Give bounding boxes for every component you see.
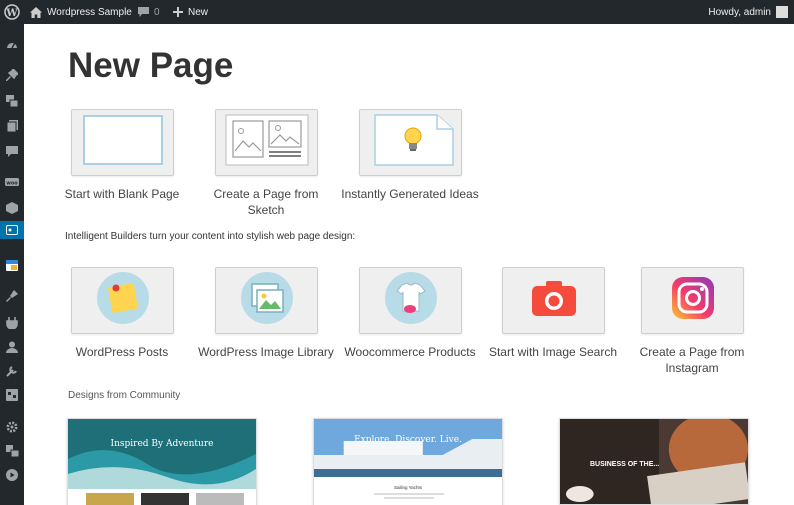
design-2-text-line-a xyxy=(374,493,444,495)
design-2-subtext: Sailing Yachts xyxy=(393,485,423,490)
image-library-icon xyxy=(240,271,294,330)
admin-bar: W Wordpress Sample 0 New Howdy, admin xyxy=(0,0,794,24)
woocommerce-products-card[interactable] xyxy=(359,267,462,334)
dashboard-icon[interactable] xyxy=(0,36,24,54)
wordpress-posts-label[interactable]: WordPress Posts xyxy=(52,344,192,360)
sticky-note-icon xyxy=(96,271,150,330)
tools-icon[interactable] xyxy=(0,362,24,380)
plugins-icon[interactable] xyxy=(0,314,24,332)
blank-page-icon xyxy=(82,115,163,170)
instagram-icon xyxy=(671,277,714,324)
sketch-label[interactable]: Create a Page from Sketch xyxy=(196,186,336,218)
community-design-1[interactable]: Inspired By Adventure xyxy=(67,418,257,505)
plus-icon xyxy=(173,7,183,17)
woo-icon[interactable]: woo xyxy=(0,174,24,192)
comments-count: 0 xyxy=(154,6,160,18)
sketch-card[interactable] xyxy=(215,109,318,176)
comments-link[interactable]: 0 xyxy=(138,0,160,24)
image-library-label[interactable]: WordPress Image Library xyxy=(196,344,336,360)
settings-panel-icon[interactable] xyxy=(0,386,24,404)
lightbulb-icon xyxy=(367,113,455,172)
calendar-icon[interactable] xyxy=(0,256,24,274)
account-menu[interactable]: Howdy, admin xyxy=(708,0,788,24)
instagram-label[interactable]: Create a Page from Instagram xyxy=(622,344,762,376)
ideas-card[interactable] xyxy=(359,109,462,176)
page-title: New Page xyxy=(68,46,234,85)
avatar xyxy=(776,6,788,18)
pin-icon[interactable] xyxy=(0,66,24,84)
image-search-card[interactable] xyxy=(502,267,605,334)
admin-sidebar: woo xyxy=(0,24,29,505)
svg-text:woo: woo xyxy=(6,181,18,187)
image-library-card[interactable] xyxy=(215,267,318,334)
home-icon xyxy=(30,6,42,18)
tshirt-icon xyxy=(384,271,438,330)
ship-image xyxy=(314,419,502,477)
sketch-icon xyxy=(225,114,309,171)
page-builder-icon[interactable] xyxy=(0,221,29,239)
intelligent-builders-intro: Intelligent Builders turn your content i… xyxy=(65,231,356,242)
blank-page-card[interactable] xyxy=(71,109,174,176)
play-circle-icon[interactable] xyxy=(0,466,24,484)
site-name-link[interactable]: Wordpress Sample xyxy=(30,0,132,24)
blank-page-label[interactable]: Start with Blank Page xyxy=(52,186,192,202)
translate-icon[interactable] xyxy=(0,442,24,460)
woocommerce-products-label[interactable]: Woocommerce Products xyxy=(340,344,480,360)
svg-text:W: W xyxy=(5,8,18,19)
design-1-photo-b xyxy=(141,493,189,505)
users-icon[interactable] xyxy=(0,338,24,356)
design-1-photo-c xyxy=(196,493,244,505)
howdy-label: Howdy, admin xyxy=(708,6,771,18)
design-2-text-line-b xyxy=(384,497,434,499)
image-search-label[interactable]: Start with Image Search xyxy=(483,344,623,360)
design-2-headline: Explore. Discover. Live. xyxy=(354,435,462,445)
new-label: New xyxy=(188,6,209,18)
gear-icon[interactable] xyxy=(0,418,24,436)
new-content-link[interactable]: New xyxy=(173,0,208,24)
design-1-photo-a xyxy=(86,493,134,505)
community-design-3[interactable]: BUSINESS OF THE... xyxy=(559,418,749,505)
products-icon[interactable] xyxy=(0,199,24,217)
pages-icon[interactable] xyxy=(0,117,24,135)
instagram-card[interactable] xyxy=(641,267,744,334)
comment-bubble-icon xyxy=(138,7,149,17)
media-icon[interactable] xyxy=(0,92,24,110)
ocean-wave-image xyxy=(68,419,256,489)
community-heading: Designs from Community xyxy=(68,390,181,401)
design-3-headline: BUSINESS OF THE... xyxy=(590,461,660,468)
main-content: New Page Start with Blank Page Create a … xyxy=(24,24,794,505)
design-1-headline: Inspired By Adventure xyxy=(110,439,214,449)
wordpress-posts-card[interactable] xyxy=(71,267,174,334)
camera-icon xyxy=(531,280,576,321)
appearance-icon[interactable] xyxy=(0,287,24,305)
ideas-label[interactable]: Instantly Generated Ideas xyxy=(340,186,480,202)
wordpress-logo-icon[interactable]: W xyxy=(4,0,20,24)
site-name-label: Wordpress Sample xyxy=(47,6,132,18)
community-design-2[interactable]: Explore. Discover. Live. Sailing Yachts xyxy=(313,418,503,505)
comments-icon[interactable] xyxy=(0,142,24,160)
